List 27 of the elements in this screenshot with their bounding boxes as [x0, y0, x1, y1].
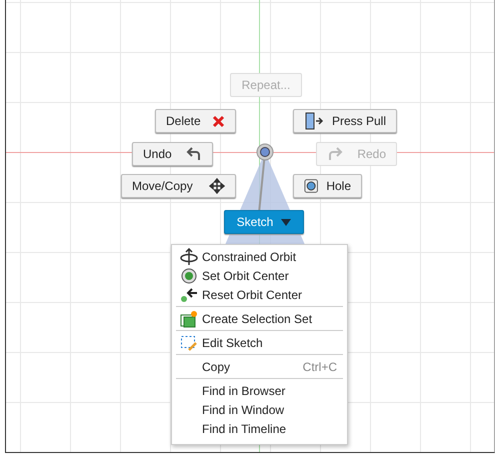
- menu-item[interactable]: Find in Window: [172, 400, 347, 419]
- undo-icon: [186, 147, 202, 161]
- reset-arrow-icon: [180, 286, 198, 302]
- move-icon: [209, 178, 225, 194]
- marking-menu-button[interactable]: Undo: [132, 142, 213, 166]
- menu-item[interactable]: Set Orbit Center: [172, 266, 347, 285]
- menu-item[interactable]: Edit Sketch: [172, 333, 347, 352]
- marking-menu-button[interactable]: Hole: [293, 174, 362, 198]
- edit-sketch-icon: [180, 334, 198, 352]
- hole-icon: [304, 178, 318, 194]
- redo-icon: [327, 147, 343, 161]
- marking-menu-button[interactable]: Sketch: [224, 210, 304, 234]
- marking-menu-button[interactable]: Delete: [155, 109, 236, 133]
- menu-item[interactable]: Constrained Orbit: [172, 247, 347, 266]
- menu-item[interactable]: Find in Timeline: [172, 419, 347, 438]
- menu-item[interactable]: Find in Browser: [172, 381, 347, 400]
- target-icon: [181, 268, 197, 284]
- menu-item[interactable]: Reset Orbit Center: [172, 285, 347, 304]
- close-icon: [212, 114, 225, 128]
- door-arrow-icon: [304, 112, 324, 130]
- menu-item[interactable]: Create Selection Set: [172, 309, 347, 328]
- marking-menu-button[interactable]: Press Pull: [293, 109, 397, 133]
- orbit-icon: [180, 248, 198, 266]
- marking-menu-button[interactable]: Move/Copy: [121, 174, 236, 198]
- caret-icon: [281, 218, 292, 226]
- menu-item[interactable]: Copy Ctrl+C: [172, 357, 347, 376]
- selection-set-icon: [180, 310, 198, 328]
